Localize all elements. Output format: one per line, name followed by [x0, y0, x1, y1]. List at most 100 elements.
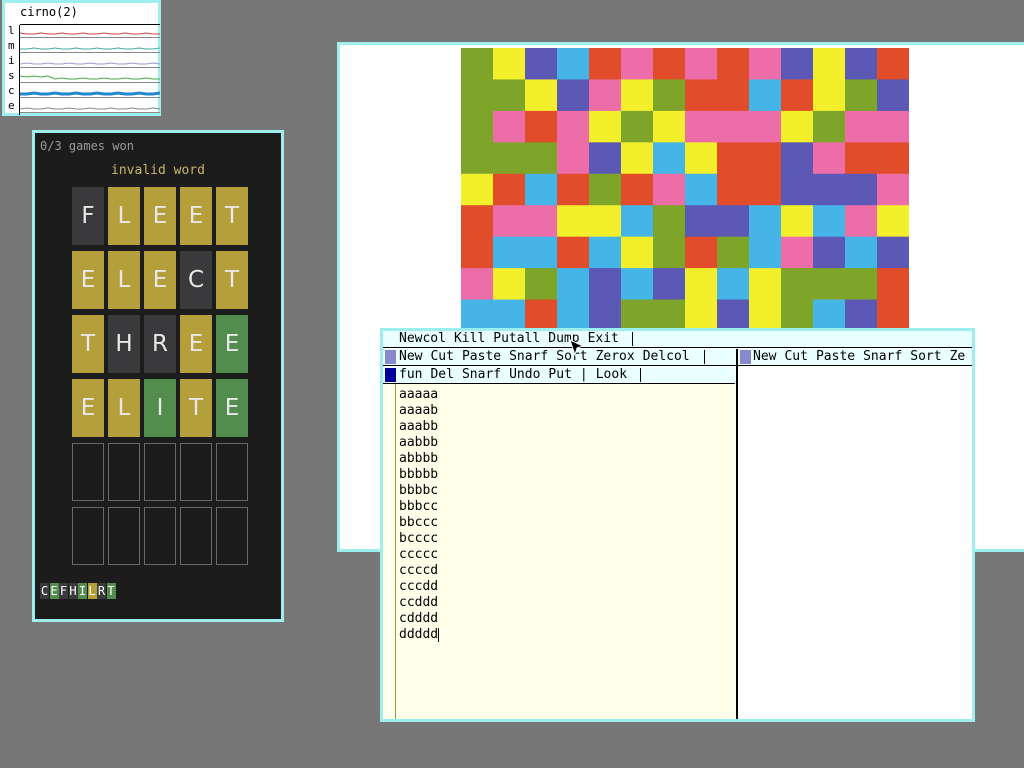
mosaic-cell	[685, 205, 718, 238]
mosaic-cell	[557, 79, 590, 112]
text-line[interactable]: bbbbc	[399, 483, 439, 499]
mosaic-cell	[653, 236, 686, 269]
tag-command-del[interactable]: Del	[430, 367, 453, 382]
stat-label: i	[8, 54, 15, 67]
letter-key: T	[106, 583, 116, 599]
stat-graph	[20, 55, 160, 68]
color-mosaic-image	[461, 48, 909, 331]
scrollbar[interactable]	[383, 384, 396, 719]
mosaic-cell	[877, 142, 909, 175]
tag-command-fun[interactable]: fun	[399, 367, 422, 382]
wordle-tile: R	[144, 315, 176, 373]
editor-text[interactable]: aaaaa aaaab aaabb aabbb abbbb bbbbb bbbbc bbbcc…	[399, 387, 440, 643]
mosaic-cell	[813, 142, 846, 175]
wordle-tile: E	[180, 187, 212, 245]
mosaic-cell	[813, 48, 846, 80]
text-line[interactable]: abbbb	[399, 451, 439, 467]
tag-command-delcol[interactable]: Delcol	[643, 349, 690, 364]
mosaic-cell	[589, 48, 622, 80]
mosaic-cell	[621, 142, 654, 175]
tag-command-paste[interactable]: Paste	[816, 349, 855, 364]
tag-command-cut[interactable]: Cut	[430, 349, 453, 364]
mosaic-cell	[749, 79, 782, 112]
tag-command-snarf[interactable]: Snarf	[509, 349, 548, 364]
text-line[interactable]: bbccc	[399, 515, 439, 531]
tag-command-zerox[interactable]: Zerox	[596, 349, 635, 364]
tag-command-cut[interactable]: Cut	[784, 349, 807, 364]
mosaic-cell	[845, 79, 878, 112]
tag-command-snarf[interactable]: Snarf	[462, 367, 501, 382]
tag-command-newcol[interactable]: Newcol	[399, 331, 446, 346]
tag-command-new[interactable]: New	[753, 349, 776, 364]
stat-graph	[20, 100, 160, 113]
wordle-tile: E	[72, 251, 104, 309]
wordle-tile: T	[216, 187, 248, 245]
tag-command-exit[interactable]: Exit	[588, 331, 619, 346]
mosaic-cell	[525, 236, 558, 269]
stats-window[interactable]: cirno(2) lmisce	[2, 0, 161, 116]
acme-row-tag[interactable]: Newcol Kill Putall Dump Exit	[383, 331, 972, 347]
mosaic-cell	[749, 236, 782, 269]
text-line[interactable]: bcccc	[399, 531, 439, 547]
stat-label: s	[8, 69, 15, 82]
tag-command-new[interactable]: New	[399, 349, 422, 364]
column-handle[interactable]	[385, 350, 396, 364]
left-column-tag[interactable]: New Cut Paste Snarf Sort Zerox Delcol	[383, 349, 735, 365]
text-line[interactable]: ccddd	[399, 595, 439, 611]
tag-command-putall[interactable]: Putall	[493, 331, 540, 346]
acme-editor-window[interactable]: Newcol Kill Putall Dump Exit New Cut Paste Snar…	[380, 328, 975, 722]
text-line[interactable]: ddddd	[399, 627, 440, 643]
text-line[interactable]: bbbcc	[399, 499, 439, 515]
mosaic-cell	[813, 79, 846, 112]
window-handle[interactable]	[385, 368, 396, 382]
text-line[interactable]: ccccc	[399, 547, 439, 563]
text-line[interactable]: aabbb	[399, 435, 439, 451]
stat-graph	[20, 25, 160, 38]
mosaic-cell	[653, 48, 686, 80]
wordle-tile: E	[216, 315, 248, 373]
wordle-tile	[108, 443, 140, 501]
text-line[interactable]: cccdd	[399, 579, 439, 595]
tag-cursor	[640, 368, 641, 382]
tag-command-snarf[interactable]: Snarf	[863, 349, 902, 364]
window-tag[interactable]: fun Del Snarf Undo Put | Look	[383, 367, 735, 383]
tag-command-ze[interactable]: Ze	[950, 349, 966, 364]
tag-command-kill[interactable]: Kill	[454, 331, 485, 346]
text-line[interactable]: cdddd	[399, 611, 439, 627]
wordle-tile	[144, 443, 176, 501]
right-column-tag[interactable]: New Cut Paste Snarf Sort Ze	[738, 349, 972, 365]
mosaic-cell	[461, 142, 494, 175]
wordle-tile	[108, 507, 140, 565]
text-line[interactable]: ccccd	[399, 563, 439, 579]
text-line[interactable]: aaaaa	[399, 387, 439, 403]
mosaic-cell	[493, 268, 526, 301]
text-cursor	[438, 627, 440, 642]
letter-key: L	[87, 583, 97, 599]
mosaic-cell	[717, 142, 750, 175]
wordle-tile: L	[108, 251, 140, 309]
stat-graph	[20, 70, 160, 83]
mosaic-cell	[781, 299, 814, 331]
tag-command-paste[interactable]: Paste	[462, 349, 501, 364]
wordle-tile: L	[108, 187, 140, 245]
right-column-body[interactable]	[738, 366, 972, 719]
wordle-window[interactable]: 0/3 games won invalid word FLEETELECTTHR…	[32, 130, 284, 622]
mosaic-cell	[877, 48, 909, 80]
mosaic-cell	[589, 299, 622, 331]
mosaic-cell	[781, 205, 814, 238]
mosaic-cell	[717, 268, 750, 301]
tag-command-undo[interactable]: Undo	[509, 367, 540, 382]
mosaic-cell	[461, 299, 494, 331]
text-line[interactable]: aaabb	[399, 419, 439, 435]
mosaic-cell	[621, 110, 654, 143]
tag-command-sort[interactable]: Sort	[910, 349, 941, 364]
mosaic-cell	[461, 173, 494, 206]
mosaic-cell	[877, 79, 909, 112]
wordle-tile	[72, 443, 104, 501]
tag-command-look[interactable]: Look	[596, 367, 627, 382]
column-handle[interactable]	[740, 350, 751, 364]
mosaic-cell	[717, 48, 750, 80]
tag-command-put[interactable]: Put	[548, 367, 571, 382]
text-line[interactable]: aaaab	[399, 403, 439, 419]
text-line[interactable]: bbbbb	[399, 467, 439, 483]
